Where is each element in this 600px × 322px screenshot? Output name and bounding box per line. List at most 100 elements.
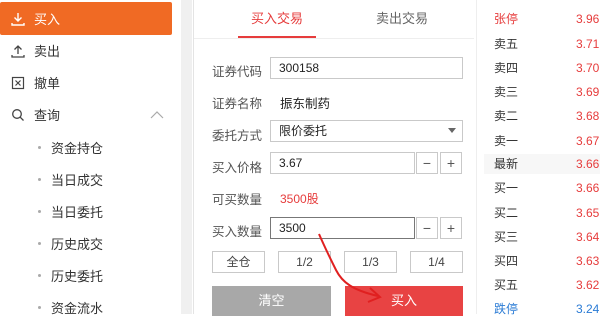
sidebar-subitem-funds-positions[interactable]: 资金持仓 [0,132,172,162]
bullet-icon [38,273,41,277]
sidebar-subitem-history-trades[interactable]: 历史成交 [0,228,172,258]
quote-price: 3.70 [576,61,600,75]
quote-level-label: 卖二 [494,109,519,123]
quote-price: 3.68 [576,109,600,123]
quote-level-label: 卖一 [494,134,519,148]
buy-button[interactable]: 买入 [345,286,463,316]
quote-price: 3.64 [576,230,600,244]
quick-qty-third-button[interactable]: 1/3 [344,251,397,273]
quote-row[interactable]: 买五 3.62 [484,275,600,295]
sidebar-subitem-history-orders[interactable]: 历史委托 [0,260,172,290]
sidebar-item-sell[interactable]: 卖出 [0,34,172,67]
bullet-icon [38,209,41,213]
available-qty-label: 可买数量 [212,193,263,207]
bullet-icon [38,177,41,181]
quote-price: 3.62 [576,278,600,292]
quote-level-label: 买二 [494,206,519,220]
tab-divider [194,38,474,39]
mode-label: 委托方式 [212,129,263,143]
quote-row[interactable]: 买二 3.65 [484,203,600,223]
sidebar-subitem-label: 历史成交 [51,236,104,252]
quote-row[interactable]: 买三 3.64 [484,227,600,247]
clear-button[interactable]: 清空 [212,286,331,316]
divider [193,0,194,314]
quote-level-label: 最新 [494,157,519,171]
search-icon [10,107,26,123]
available-qty-value: 3500股 [280,192,319,206]
mode-select-value: 限价委托 [279,124,328,138]
quote-level-label: 买三 [494,230,519,244]
quick-qty-quarter-button[interactable]: 1/4 [410,251,463,273]
quote-level-label: 跌停 [494,302,519,316]
quote-price: 3.71 [576,37,600,51]
quote-row[interactable]: 买四 3.63 [484,251,600,271]
quote-price: 3.65 [576,206,600,220]
quote-level-label: 买四 [494,254,519,268]
sidebar-subitem-label: 历史委托 [51,268,104,284]
price-input[interactable]: 3.67 [270,152,415,174]
code-label: 证券代码 [212,65,263,79]
sidebar-subitem-label: 当日委托 [51,204,104,220]
quote-row[interactable]: 卖五 3.71 [484,34,600,54]
sidebar-item-buy[interactable]: 买入 [0,2,172,35]
qty-decrement-button[interactable]: − [416,217,438,239]
qty-input[interactable]: 3500 [270,217,415,239]
quote-level-label: 买五 [494,278,519,292]
sidebar-subitem-today-orders[interactable]: 当日委托 [0,196,172,226]
sidebar-item-label: 买入 [34,12,61,27]
quote-price: 3.66 [576,181,600,195]
quote-level-label: 卖三 [494,85,519,99]
quote-divider [476,0,477,314]
cancel-box-icon [10,75,26,91]
price-label: 买入价格 [212,161,263,175]
chevron-up-icon[interactable] [150,108,164,122]
quote-row[interactable]: 卖二 3.68 [484,106,600,126]
quick-qty-all-button[interactable]: 全仓 [212,251,265,273]
sidebar-subitem-today-trades[interactable]: 当日成交 [0,164,172,194]
quote-price: 3.63 [576,254,600,268]
quote-row[interactable]: 卖四 3.70 [484,58,600,78]
tab-sell-trade[interactable]: 卖出交易 [357,4,447,34]
quote-price: 3.67 [576,134,600,148]
sidebar: 买入 卖出 撤单 查询 资金持仓 当日成交 当日委托 历史成交 历史委托 资金流… [0,0,172,316]
quote-level-label: 卖四 [494,61,519,75]
tab-buy-trade[interactable]: 买入交易 [232,4,322,34]
quote-level-label: 卖五 [494,37,519,51]
quote-level-label: 张停 [494,12,519,26]
qty-label: 买入数量 [212,225,263,239]
bullet-icon [38,145,41,149]
code-input[interactable]: 300158 [270,57,463,79]
quote-row[interactable]: 卖三 3.69 [484,82,600,102]
sidebar-item-label: 卖出 [34,44,61,59]
quote-price: 3.69 [576,85,600,99]
quote-price: 3.24 [576,302,600,316]
name-value: 振东制药 [280,97,331,111]
upload-icon [10,43,26,59]
quote-row[interactable]: 跌停 3.24 [484,299,600,319]
mode-select[interactable]: 限价委托 [270,120,463,142]
download-icon [10,11,26,27]
quote-row[interactable]: 张停 3.96 [484,9,600,29]
sidebar-subitem-label: 当日成交 [51,172,104,188]
sidebar-scrollbar[interactable] [181,0,192,314]
quote-row[interactable]: 卖一 3.67 [484,131,600,151]
dropdown-arrow-icon [448,128,456,133]
price-increment-button[interactable]: + [440,152,462,174]
quote-row[interactable]: 买一 3.66 [484,178,600,198]
quick-qty-half-button[interactable]: 1/2 [278,251,331,273]
sidebar-item-query[interactable]: 查询 [0,98,172,131]
active-tab-indicator [238,36,316,38]
quote-row[interactable]: 最新 3.66 [484,154,600,174]
bullet-icon [38,241,41,245]
sidebar-item-label: 撤单 [34,76,61,91]
sidebar-item-cancel[interactable]: 撤单 [0,66,172,99]
name-label: 证券名称 [212,97,263,111]
bullet-icon [38,305,41,309]
sidebar-item-label: 查询 [34,108,61,123]
quote-price: 3.96 [576,12,600,26]
price-decrement-button[interactable]: − [416,152,438,174]
sidebar-subitem-label: 资金持仓 [51,140,104,156]
sidebar-subitem-cash-flow[interactable]: 资金流水 [0,292,172,322]
qty-increment-button[interactable]: + [440,217,462,239]
quote-price: 3.66 [576,157,600,171]
